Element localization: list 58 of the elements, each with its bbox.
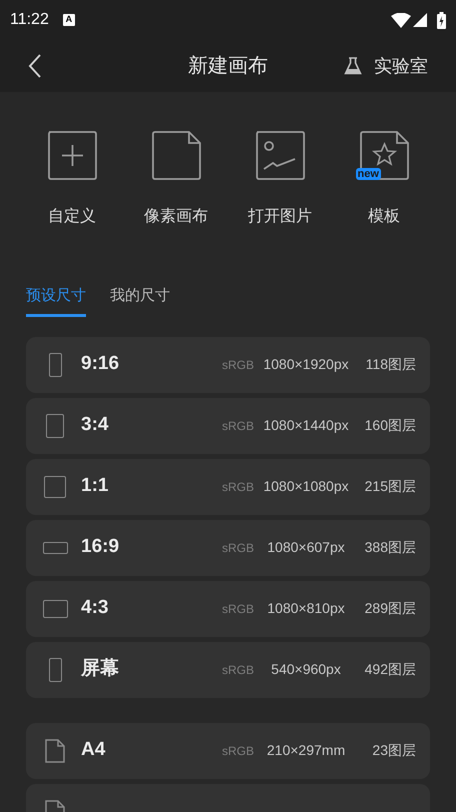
color-space: sRGB (222, 478, 254, 496)
back-icon (28, 54, 42, 78)
ratio-icon (48, 658, 62, 682)
ratio-label: 4:3 (81, 596, 110, 620)
ratio-label: 屏幕 (81, 657, 120, 682)
signal-icon (413, 13, 427, 27)
ratio-icon (46, 414, 64, 438)
layer-count: 160图层 (364, 416, 416, 435)
ratio-label: A4 (81, 738, 106, 762)
create-option[interactable]: new 模板 (339, 128, 429, 229)
layer-count: 492图层 (364, 660, 416, 679)
canvas-size: 540×960px (270, 660, 342, 679)
ratio-icon (42, 600, 68, 618)
layer-count: 118图层 (364, 355, 416, 374)
preset-row[interactable]: 4:3 sRGB 1080×810px 289图层 (26, 580, 430, 636)
canvas-size: 1080×810px (266, 599, 346, 618)
ratio-label: 16:9 (81, 535, 120, 560)
ratio-label: 9:16 (81, 352, 120, 376)
layer-count: 388图层 (364, 538, 416, 557)
flask-icon (344, 57, 362, 75)
ratio-icon (48, 352, 62, 376)
ratio-label: 1:1 (81, 474, 110, 498)
notification-icon: A (62, 14, 75, 26)
canvas-size: 1080×607px (266, 538, 346, 557)
lab-button[interactable]: 实验室 (344, 52, 428, 80)
page-title: 新建画布 (188, 54, 268, 79)
color-space: sRGB (222, 418, 254, 434)
new-badge: new (356, 168, 381, 180)
color-space: sRGB (222, 662, 254, 678)
wifi-icon (391, 12, 411, 28)
layer-count: 289图层 (364, 599, 416, 618)
color-space: sRGB (222, 600, 254, 618)
canvas-size: 1080×1440px (262, 416, 350, 435)
tab[interactable]: 预设尺寸 (26, 285, 86, 316)
create-option[interactable]: 自定义 (27, 128, 117, 229)
ratio-icon (42, 542, 68, 554)
canvas-size: 1080×1080px (262, 477, 350, 496)
preset-row[interactable]: A4 sRGB 210×297mm 23图层 (26, 722, 430, 778)
create-option[interactable]: 像素画布 (131, 128, 221, 229)
preset-row[interactable]: 屏幕 sRGB 540×960px 492图层 (26, 642, 430, 698)
preset-row[interactable]: 1:1 sRGB 1080×1080px 215图层 (26, 458, 430, 514)
color-space: sRGB (222, 356, 254, 374)
status-time: 11:22 (10, 10, 49, 30)
tab[interactable]: 我的尺寸 (110, 285, 170, 316)
canvas-size: 210×297mm (266, 741, 346, 760)
layer-count: 23图层 (371, 741, 416, 760)
canvas-size: 1080×1920px (262, 355, 350, 374)
color-space: sRGB (222, 742, 254, 760)
ratio-label: 3:4 (81, 413, 110, 438)
ratio-icon (44, 476, 66, 498)
color-space: sRGB (222, 540, 254, 556)
preset-row[interactable]: 9:16 sRGB 1080×1920px 118图层 (26, 336, 430, 392)
layer-count: 215图层 (364, 477, 416, 496)
preset-row[interactable]: 16:9 sRGB 1080×607px 388图层 (26, 520, 430, 576)
preset-row[interactable]: 3:4 sRGB 1080×1440px 160图层 (26, 398, 430, 454)
page-icon (45, 738, 65, 762)
create-option[interactable]: 打开图片 (235, 128, 325, 229)
battery-icon (437, 12, 446, 28)
